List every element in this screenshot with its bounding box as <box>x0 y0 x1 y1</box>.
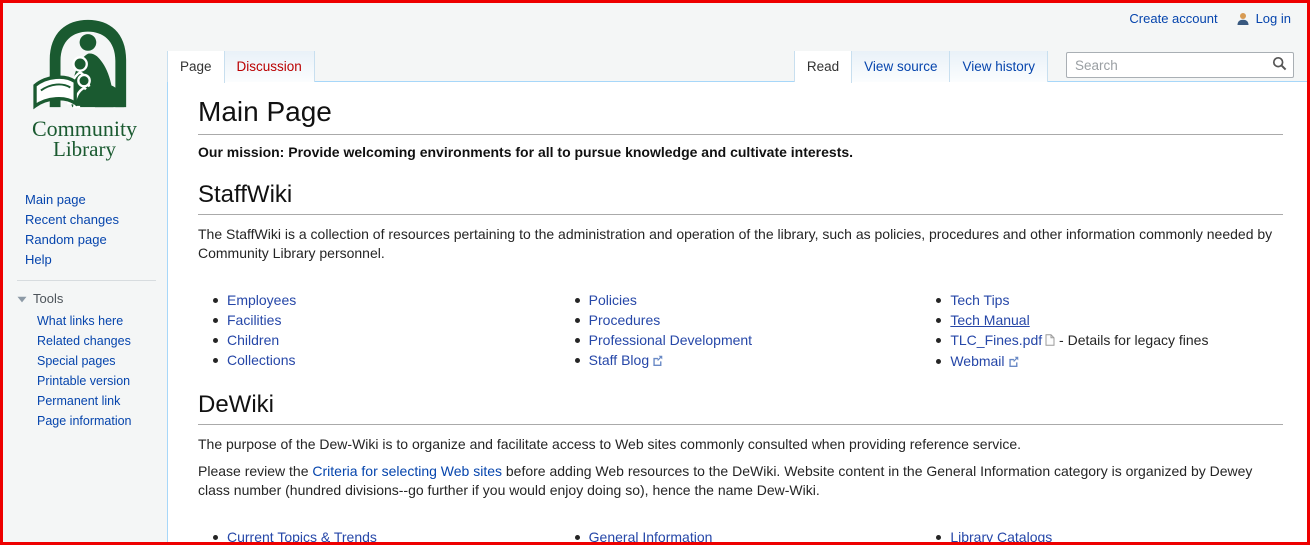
dewiki-column-2: General Information <box>560 527 922 545</box>
criteria-link[interactable]: Criteria for selecting Web sites <box>312 463 502 479</box>
sidebar-tools-section: Tools What links here Related changes Sp… <box>3 280 166 431</box>
tab-read-label: Read <box>807 59 839 74</box>
logo-wordmark: Community Library <box>3 118 166 160</box>
tlc-fines-note: - Details for legacy fines <box>1055 332 1208 348</box>
sidebar-navigation: Main page Recent changes Random page Hel… <box>3 190 166 270</box>
sidebar-item-related-changes[interactable]: Related changes <box>37 331 166 351</box>
staffwiki-intro: The StaffWiki is a collection of resourc… <box>198 225 1283 263</box>
list-item: Procedures <box>575 310 922 330</box>
library-logo-graphic <box>29 15 141 111</box>
dewiki-column-3: Library Catalogs <box>921 527 1283 545</box>
tab-page-label: Page <box>180 59 212 74</box>
sidebar-divider <box>17 280 156 281</box>
sidebar-item-help[interactable]: Help <box>25 250 166 270</box>
staff-blog-link[interactable]: Staff Blog <box>589 352 649 368</box>
tools-section-toggle[interactable]: Tools <box>3 289 166 309</box>
list-item: Staff Blog <box>575 350 922 371</box>
dewiki-review-paragraph: Please review the Criteria for selecting… <box>198 462 1283 500</box>
search-input[interactable] <box>1066 52 1294 78</box>
current-topics-trends-link[interactable]: Current Topics & Trends <box>227 529 377 545</box>
list-item: General Information <box>575 527 922 545</box>
namespace-tabs: Page Discussion <box>167 51 315 82</box>
sidebar: Community Library Main page Recent chang… <box>3 3 166 431</box>
sidebar-item-main-page[interactable]: Main page <box>25 190 166 210</box>
tools-navigation: What links here Related changes Special … <box>3 311 166 431</box>
external-link-icon <box>652 351 663 371</box>
list-item: Policies <box>575 290 922 310</box>
search-button[interactable] <box>1266 54 1292 76</box>
tech-tips-link[interactable]: Tech Tips <box>950 292 1009 308</box>
dewiki-column-1: Current Topics & Trends <box>198 527 560 545</box>
procedures-link[interactable]: Procedures <box>589 312 661 328</box>
sidebar-item-page-information[interactable]: Page information <box>37 411 166 431</box>
list-item: TLC_Fines.pdf - Details for legacy fines <box>936 330 1283 351</box>
staffwiki-column-3: Tech Tips Tech Manual TLC_Fines.pdf - De… <box>921 290 1283 372</box>
children-link[interactable]: Children <box>227 332 279 348</box>
tab-read[interactable]: Read <box>795 51 852 83</box>
staffwiki-column-1: Employees Facilities Children Collection… <box>198 290 560 372</box>
professional-development-link[interactable]: Professional Development <box>589 332 752 348</box>
tab-view-source-label: View source <box>864 59 937 74</box>
list-item: Webmail <box>936 351 1283 372</box>
tab-discussion[interactable]: Discussion <box>225 51 315 82</box>
list-item: Collections <box>213 350 560 370</box>
tab-view-history-label: View history <box>962 59 1035 74</box>
list-item: Current Topics & Trends <box>213 527 560 545</box>
list-item: Professional Development <box>575 330 922 350</box>
employees-link[interactable]: Employees <box>227 292 296 308</box>
list-item: Employees <box>213 290 560 310</box>
webmail-link[interactable]: Webmail <box>950 353 1004 369</box>
tab-page[interactable]: Page <box>168 51 225 83</box>
sidebar-item-recent-changes[interactable]: Recent changes <box>25 210 166 230</box>
create-account-link[interactable]: Create account <box>1129 11 1217 26</box>
view-tabs: Read View source View history <box>794 51 1048 82</box>
site-logo[interactable]: Community Library <box>3 3 166 160</box>
sidebar-item-what-links-here[interactable]: What links here <box>37 311 166 331</box>
search-box <box>1066 52 1294 78</box>
review-text-before: Please review the <box>198 463 312 479</box>
list-item: Children <box>213 330 560 350</box>
staffwiki-heading: StaffWiki <box>198 181 1283 215</box>
sidebar-item-special-pages[interactable]: Special pages <box>37 351 166 371</box>
page-actions-bar: Page Discussion Read View source View hi… <box>167 50 1307 82</box>
tools-section-label: Tools <box>33 289 63 309</box>
dewiki-heading: DeWiki <box>198 391 1283 425</box>
facilities-link[interactable]: Facilities <box>227 312 281 328</box>
tech-manual-link[interactable]: Tech Manual <box>950 312 1029 328</box>
mission-statement: Our mission: Provide welcoming environme… <box>198 143 1283 162</box>
user-icon <box>1236 12 1250 26</box>
external-link-icon <box>1008 352 1019 372</box>
tab-view-history[interactable]: View history <box>950 51 1048 82</box>
search-icon <box>1272 56 1287 71</box>
list-item: Tech Tips <box>936 290 1283 310</box>
document-icon <box>1045 331 1055 351</box>
list-item: Facilities <box>213 310 560 330</box>
personal-bar: Create account Log in <box>1129 11 1291 26</box>
sidebar-item-permanent-link[interactable]: Permanent link <box>37 391 166 411</box>
tab-discussion-label: Discussion <box>237 59 302 74</box>
chevron-down-icon <box>17 296 27 303</box>
list-item: Library Catalogs <box>936 527 1283 545</box>
sidebar-item-random-page[interactable]: Random page <box>25 230 166 250</box>
list-item: Tech Manual <box>936 310 1283 330</box>
library-catalogs-link[interactable]: Library Catalogs <box>950 529 1052 545</box>
general-information-link[interactable]: General Information <box>589 529 713 545</box>
screenshot-frame: Create account Log in <box>0 0 1310 545</box>
staffwiki-column-2: Policies Procedures Professional Develop… <box>560 290 922 372</box>
tlc-fines-pdf-link[interactable]: TLC_Fines.pdf <box>950 332 1042 348</box>
login-link[interactable]: Log in <box>1256 11 1291 26</box>
policies-link[interactable]: Policies <box>589 292 637 308</box>
page-title: Main Page <box>198 96 1283 135</box>
tab-view-source[interactable]: View source <box>852 51 950 82</box>
dewiki-link-columns: Current Topics & Trends General Informat… <box>198 527 1283 545</box>
content-area: Main Page Our mission: Provide welcoming… <box>167 81 1307 542</box>
sidebar-item-printable-version[interactable]: Printable version <box>37 371 166 391</box>
collections-link[interactable]: Collections <box>227 352 295 368</box>
dewiki-intro: The purpose of the Dew-Wiki is to organi… <box>198 435 1283 454</box>
staffwiki-link-columns: Employees Facilities Children Collection… <box>198 290 1283 372</box>
